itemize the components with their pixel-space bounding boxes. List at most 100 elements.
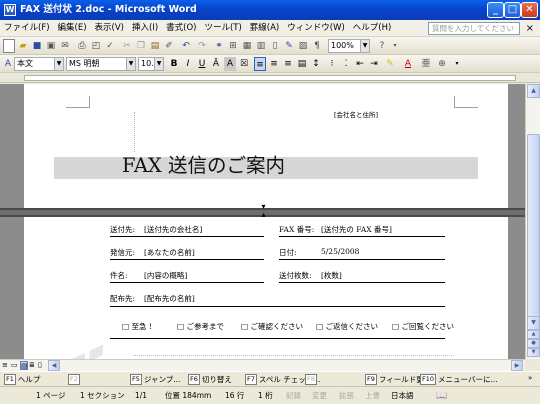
help-question-input[interactable]: 質問を入力してください xyxy=(428,22,520,35)
enclose-characters-icon[interactable]: ⊕ xyxy=(436,57,448,71)
subject-value[interactable]: [内容の概略] xyxy=(144,270,187,281)
paste-icon[interactable]: ▤ xyxy=(149,39,161,53)
menu-window[interactable]: ウィンドウ(W) xyxy=(283,20,349,37)
menu-insert[interactable]: 挿入(I) xyxy=(128,20,162,37)
hyperlink-icon[interactable]: ⚭ xyxy=(213,39,225,53)
word-app-icon[interactable]: W xyxy=(4,4,16,16)
print-preview-icon[interactable]: ◰ xyxy=(90,39,102,53)
from-value[interactable]: [あなたの名前] xyxy=(144,247,195,258)
please-reply-checkbox[interactable]: □ ご返信ください xyxy=(316,321,378,332)
tables-borders-icon[interactable]: ⊞ xyxy=(227,39,239,53)
distributed-icon[interactable]: ▤ xyxy=(296,57,308,71)
font-combo[interactable]: MS 明朝 ▼ xyxy=(66,57,136,71)
menu-tools[interactable]: ツール(T) xyxy=(200,20,245,37)
character-border-icon[interactable]: Ā xyxy=(210,57,222,71)
formatting-options-icon[interactable]: ▾ xyxy=(452,57,462,71)
close-document-button[interactable]: × xyxy=(526,21,534,36)
browse-object-icon[interactable]: ● xyxy=(527,339,540,348)
please-circulate-checkbox[interactable]: □ ご回覧ください xyxy=(392,321,454,332)
f5-jump-key[interactable]: F5 ジャンプ... xyxy=(130,374,180,386)
undo-icon[interactable]: ↶ xyxy=(180,39,192,53)
redo-icon[interactable]: ↷ xyxy=(196,39,208,53)
save-icon[interactable]: ■ xyxy=(31,39,43,53)
character-scaling-icon[interactable]: ☒ xyxy=(238,57,250,71)
company-address-placeholder[interactable]: [会社名と住所] xyxy=(334,109,378,119)
copy-icon[interactable]: ❐ xyxy=(135,39,147,53)
scroll-thumb[interactable] xyxy=(527,134,540,330)
format-painter-icon[interactable]: ✐ xyxy=(163,39,175,53)
print-icon[interactable]: ⎙ xyxy=(76,39,88,53)
font-color-icon[interactable]: A xyxy=(402,57,414,71)
show-hide-icon[interactable]: ¶ xyxy=(311,39,323,53)
bullets-icon[interactable]: ⁚ xyxy=(340,57,352,71)
date-value[interactable]: 5/25/2008 xyxy=(321,247,359,256)
web-view-icon[interactable]: ▭ xyxy=(11,361,19,370)
status-ext[interactable]: 拡張 xyxy=(339,388,354,404)
font-dropdown-icon[interactable]: ▼ xyxy=(126,58,135,70)
for-reference-checkbox[interactable]: □ ご参考まで xyxy=(177,321,224,332)
scroll-left-icon[interactable]: ◀ xyxy=(48,360,60,371)
increase-indent-icon[interactable]: ⇥ xyxy=(368,57,380,71)
email-icon[interactable]: ✉ xyxy=(59,39,71,53)
new-icon[interactable] xyxy=(3,39,15,53)
status-rec[interactable]: 記録 xyxy=(286,388,301,404)
document-page-body[interactable]: 送付先: [送付先の会社名] FAX 番号: [送付先の FAX 番号] 発信元… xyxy=(24,217,508,359)
page-count-value[interactable]: [枚数] xyxy=(321,270,342,281)
fax-heading[interactable]: FAX 送信のご案内 xyxy=(122,153,285,179)
style-combo[interactable]: 本文 ▼ xyxy=(14,57,64,71)
permission-icon[interactable]: ▣ xyxy=(45,39,57,53)
cc-value[interactable]: [配布先の名前] xyxy=(144,293,195,304)
character-shading-icon[interactable]: A xyxy=(224,57,236,71)
document-page-top[interactable]: [会社名と住所] FAX 送信のご案内 xyxy=(24,84,508,208)
toolbar-options-icon[interactable]: ▾ xyxy=(390,39,400,53)
minimize-button[interactable]: _ xyxy=(487,2,504,18)
menu-file[interactable]: ファイル(F) xyxy=(0,20,54,37)
bold-icon[interactable]: B xyxy=(168,57,180,71)
document-area[interactable]: [会社名と住所] FAX 送信のご案内 ▾ ▴ 送付先: [送付先の会社名] FA… xyxy=(0,84,525,359)
spelling-icon[interactable]: ✓ xyxy=(104,39,116,53)
f1-help-key[interactable]: F1 ヘルプ xyxy=(4,374,40,386)
close-button[interactable]: ✕ xyxy=(521,2,538,18)
f10-menubar-key[interactable]: F10 メニューバーに... xyxy=(420,374,498,386)
italic-icon[interactable]: I xyxy=(182,57,194,71)
help-icon[interactable]: ? xyxy=(376,39,388,53)
zoom-dropdown-icon[interactable]: ▼ xyxy=(360,40,369,52)
print-layout-icon[interactable]: ▤ xyxy=(20,361,28,370)
font-size-combo[interactable]: 10.5 ▼ xyxy=(138,57,164,71)
insert-excel-icon[interactable]: ▥ xyxy=(255,39,267,53)
toolbar-overflow-icon[interactable]: » xyxy=(528,374,532,382)
menu-view[interactable]: 表示(V) xyxy=(91,20,128,37)
horizontal-ruler[interactable] xyxy=(0,73,540,83)
f6-switch-key[interactable]: F6 切り替え xyxy=(188,374,232,386)
columns-icon[interactable]: ▯ xyxy=(269,39,281,53)
maximize-button[interactable]: □ xyxy=(504,2,521,18)
scroll-down-icon[interactable]: ▼ xyxy=(527,316,540,330)
status-trk[interactable]: 変更 xyxy=(312,388,327,404)
styles-icon[interactable]: A xyxy=(3,57,13,71)
style-dropdown-icon[interactable]: ▼ xyxy=(54,58,63,70)
spelling-status-icon[interactable]: 📖 xyxy=(436,388,447,404)
align-center-icon[interactable]: ≡ xyxy=(268,57,280,71)
decrease-indent-icon[interactable]: ⇤ xyxy=(354,57,366,71)
phonetic-guide-icon[interactable]: 亜 xyxy=(420,57,432,71)
vertical-scrollbar[interactable]: ▲ ▼ ▲ ● ▼ xyxy=(525,84,540,359)
document-map-icon[interactable]: ▨ xyxy=(297,39,309,53)
insert-table-icon[interactable]: ▦ xyxy=(241,39,253,53)
outline-view-icon[interactable]: ≣ xyxy=(29,361,37,370)
fax-number-value[interactable]: [送付先の FAX 番号] xyxy=(321,224,392,235)
menu-format[interactable]: 書式(O) xyxy=(162,20,200,37)
status-ovr[interactable]: 上書 xyxy=(365,388,380,404)
menu-table[interactable]: 罫線(A) xyxy=(246,20,283,37)
scroll-up-icon[interactable]: ▲ xyxy=(527,84,540,98)
cut-icon[interactable]: ✂ xyxy=(121,39,133,53)
justify-icon[interactable]: ≡ xyxy=(254,57,266,71)
drawing-icon[interactable]: ✎ xyxy=(283,39,295,53)
to-value[interactable]: [送付先の会社名] xyxy=(144,224,202,235)
menu-help[interactable]: ヘルプ(H) xyxy=(349,20,396,37)
menu-edit[interactable]: 編集(E) xyxy=(54,20,91,37)
line-spacing-icon[interactable]: ↕ xyxy=(310,57,322,71)
please-confirm-checkbox[interactable]: □ ご確認ください xyxy=(241,321,303,332)
scroll-right-icon[interactable]: ▶ xyxy=(511,360,523,371)
underline-icon[interactable]: U xyxy=(196,57,208,71)
next-page-icon[interactable]: ▼ xyxy=(527,348,540,357)
